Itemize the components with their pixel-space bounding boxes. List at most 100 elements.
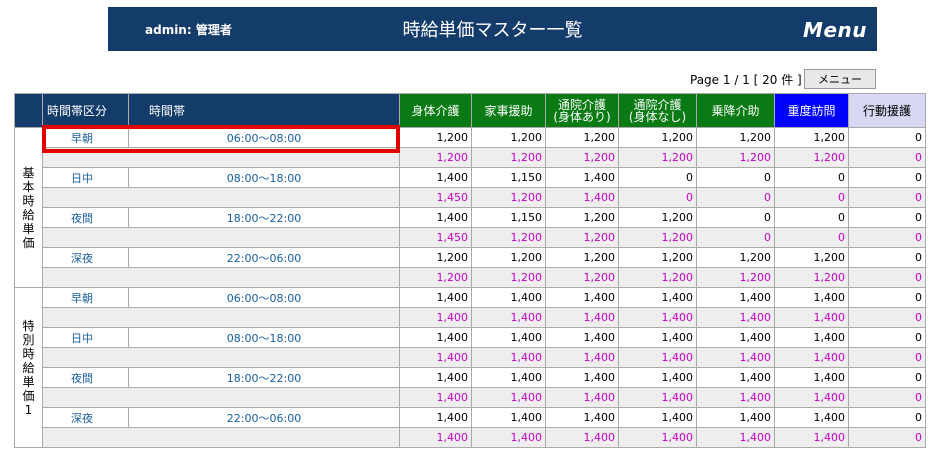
header-service: 通院介護 (身体なし): [618, 93, 697, 128]
subrow-blank: [42, 267, 400, 288]
rate-cell-alt: 1,400: [774, 387, 849, 408]
rate-cell-alt: 1,400: [696, 307, 775, 328]
menu-link[interactable]: Menu: [803, 18, 867, 42]
table-row: 基本時給単価早朝 06:00〜08:00 1,200 1,200 1,200 1,200 1…: [14, 127, 926, 288]
rate-cell: 1,400: [618, 367, 697, 388]
rate-cell: 1,400: [399, 207, 472, 228]
rate-cell-alt: 1,450: [399, 227, 472, 248]
subrow-blank: [42, 147, 400, 168]
table-subrow: 1,400 1,400 1,400 1,400 1,400 1,400 0: [15, 427, 926, 448]
rate-cell-alt: 0: [618, 187, 697, 208]
subrow-blank: [42, 427, 400, 448]
table-subrow: 1,450 1,200 1,400 0 0 0 0: [15, 187, 926, 208]
rate-cell: 1,400: [696, 287, 775, 308]
header-service: 通院介護 (身体あり): [545, 93, 619, 128]
subrow-blank: [42, 187, 400, 208]
slot-time: 22:00〜06:00: [128, 247, 400, 268]
rate-cell: 1,200: [774, 127, 849, 148]
rate-cell: 0: [618, 167, 697, 188]
rate-cell: 1,400: [774, 287, 849, 308]
rate-cell: 1,400: [471, 367, 546, 388]
header-service-label: 行動援護: [862, 103, 911, 118]
slot-name-link[interactable]: 早朝: [42, 127, 129, 148]
rate-cell-alt: 0: [848, 387, 926, 408]
rate-cell-alt: 0: [848, 267, 926, 288]
rate-cell-alt: 1,400: [618, 387, 697, 408]
rate-cell-alt: 1,400: [471, 387, 546, 408]
slot-name-link[interactable]: 日中: [42, 167, 129, 188]
rate-cell-alt: 1,400: [696, 387, 775, 408]
rate-cell-alt: 1,400: [545, 187, 619, 208]
menu-button[interactable]: メニュー: [804, 69, 876, 89]
table-row: 夜間 18:00〜22:00 1,400 1,150 1,200 1,200 0 0 0: [15, 207, 926, 228]
rate-cell-alt: 1,200: [471, 227, 546, 248]
table-subrow: 1,400 1,400 1,400 1,400 1,400 1,400 0: [15, 307, 926, 328]
slot-time: 06:00〜08:00: [128, 287, 400, 308]
rate-cell: 1,200: [545, 247, 619, 268]
rate-cell: 1,400: [471, 327, 546, 348]
rate-cell: 1,400: [774, 327, 849, 348]
rate-cell-alt: 1,200: [545, 227, 619, 248]
rate-cell-alt: 1,400: [774, 347, 849, 368]
rate-cell: 1,400: [545, 407, 619, 428]
rate-cell-alt: 0: [848, 147, 926, 168]
rate-cell-alt: 1,200: [618, 227, 697, 248]
rate-cell: 1,200: [545, 207, 619, 228]
table-subrow: 1,200 1,200 1,200 1,200 1,200 1,200 0: [15, 267, 926, 288]
table-subrow: 1,200 1,200 1,200 1,200 1,200 1,200 0: [15, 147, 926, 168]
rate-cell: 0: [774, 207, 849, 228]
rate-cell: 1,400: [399, 327, 472, 348]
rate-cell-alt: 1,400: [618, 347, 697, 368]
rate-cell: 1,200: [399, 127, 472, 148]
subrow-blank: [42, 347, 400, 368]
slot-name-link[interactable]: 日中: [42, 327, 129, 348]
header-row: 時間帯区分 時間帯 身体介護 家事援助 通院介護 (身体あり) 通院介護 (身体なし…: [14, 93, 926, 128]
slot-name-link[interactable]: 深夜: [42, 407, 129, 428]
header-service-label: (身体なし): [628, 109, 687, 124]
rate-cell-alt: 1,400: [399, 427, 472, 448]
rate-cell-alt: 1,400: [399, 347, 472, 368]
rate-cell: 1,400: [618, 327, 697, 348]
rate-cell: 1,400: [545, 367, 619, 388]
header-service-label: 家事援助: [484, 103, 533, 118]
slot-name-link[interactable]: 夜間: [42, 367, 129, 388]
slot-time: 22:00〜06:00: [128, 407, 400, 428]
rate-cell: 1,400: [399, 367, 472, 388]
rate-cell-alt: 1,200: [399, 267, 472, 288]
rate-cell: 1,200: [471, 127, 546, 148]
pager-text: Page 1 / 1 [ 20 件 ]: [690, 73, 802, 87]
rate-cell: 1,400: [545, 287, 619, 308]
header-service: 乗降介助: [696, 93, 775, 128]
header-service-label: 身体介護: [411, 103, 460, 118]
rate-cell: 1,400: [774, 407, 849, 428]
page-title: 時給単価マスター一覧: [402, 20, 583, 41]
rate-cell-alt: 1,400: [774, 307, 849, 328]
wage-table: 時間帯区分 時間帯 身体介護 家事援助 通院介護 (身体あり) 通院介護 (身体なし…: [14, 93, 926, 448]
rate-cell: 1,400: [399, 167, 472, 188]
rate-cell-alt: 0: [848, 187, 926, 208]
rate-cell-alt: 1,400: [471, 347, 546, 368]
slot-name-link[interactable]: 夜間: [42, 207, 129, 228]
rate-cell: 0: [848, 207, 926, 228]
rate-cell-alt: 0: [848, 347, 926, 368]
header-service: 身体介護: [399, 93, 472, 128]
rate-cell-alt: 1,200: [696, 147, 775, 168]
rate-cell-alt: 1,400: [545, 347, 619, 368]
rate-cell: 1,400: [471, 407, 546, 428]
rate-cell: 1,200: [774, 247, 849, 268]
slot-name-link[interactable]: 早朝: [42, 287, 129, 308]
rate-cell: 1,200: [545, 127, 619, 148]
rate-cell: 1,400: [696, 327, 775, 348]
table-subrow: 1,400 1,400 1,400 1,400 1,400 1,400 0: [15, 387, 926, 408]
header-service-label: 重度訪問: [787, 103, 836, 118]
rate-cell-alt: 1,200: [774, 267, 849, 288]
header-service: 行動援護: [848, 93, 926, 128]
rate-cell: 1,200: [618, 207, 697, 228]
rate-cell-alt: 1,400: [696, 347, 775, 368]
subrow-blank: [42, 307, 400, 328]
table-row: 特別時給単価 1 早朝 06:00〜08:00 1,400 1,400 1,400 1,400…: [14, 287, 926, 448]
rate-cell: 1,150: [471, 207, 546, 228]
slot-name-link[interactable]: 深夜: [42, 247, 129, 268]
rate-cell: 1,200: [471, 247, 546, 268]
header-service: 重度訪問: [774, 93, 849, 128]
